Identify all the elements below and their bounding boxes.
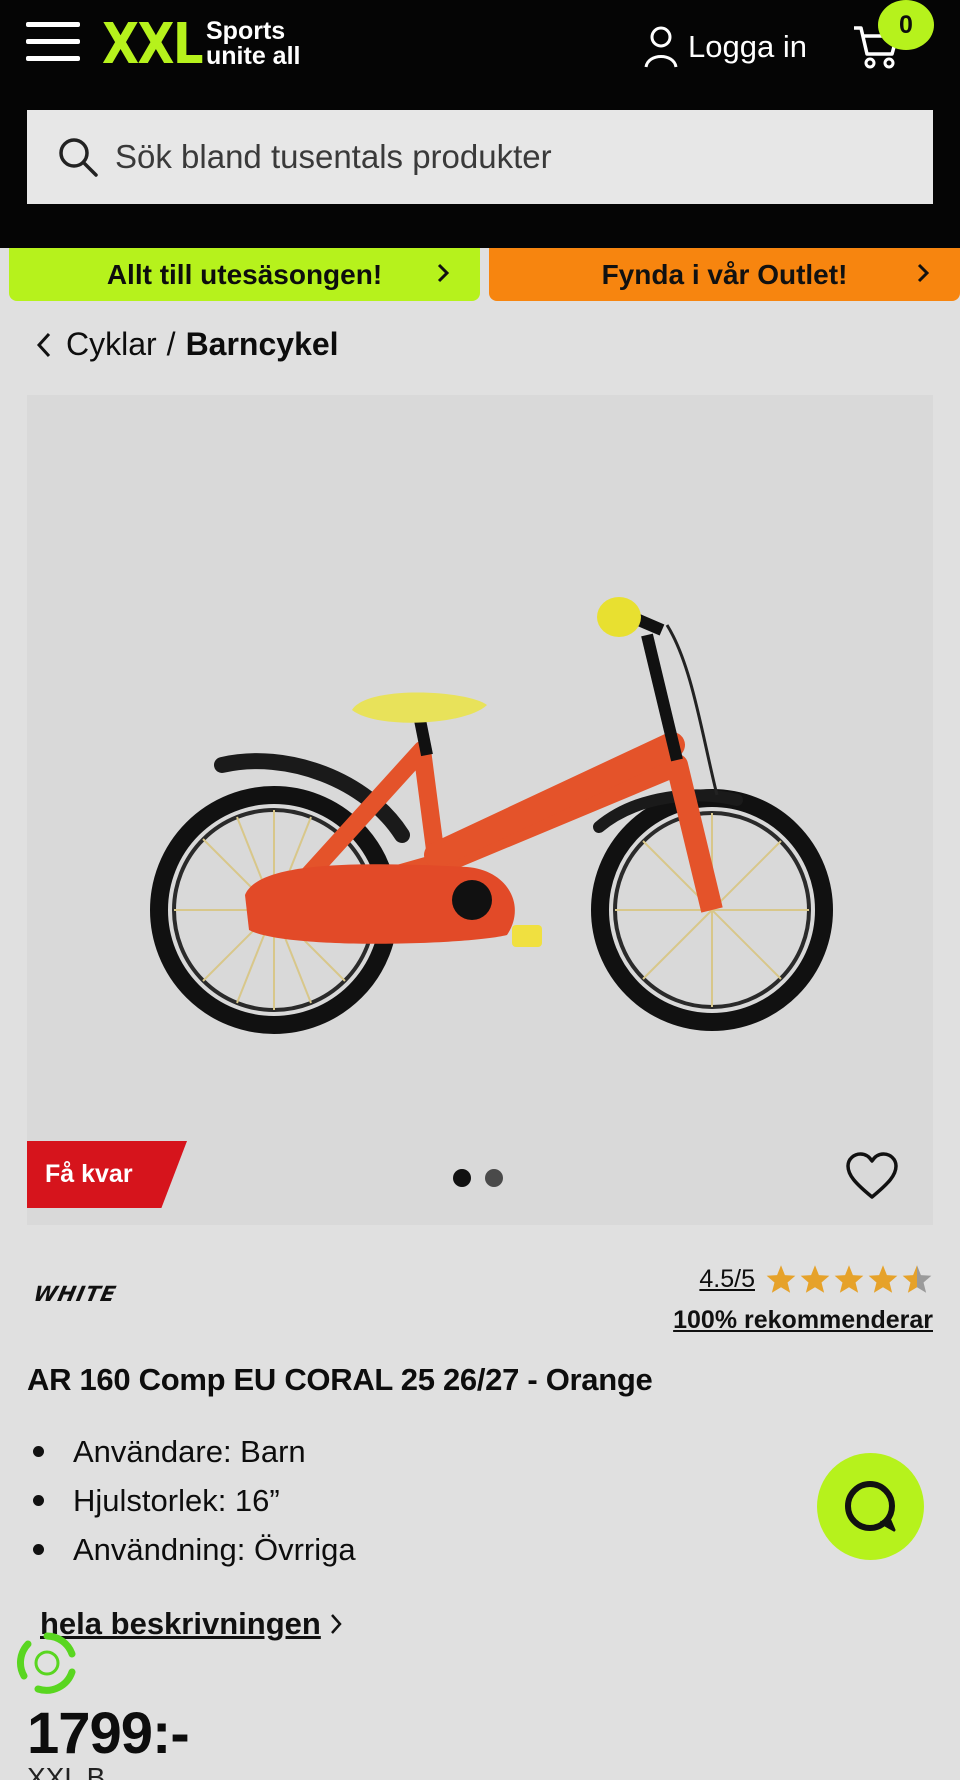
- star-icon: [800, 1265, 830, 1293]
- logo[interactable]: XXL Sports unite all: [102, 11, 300, 77]
- login-button[interactable]: Logga in: [644, 22, 807, 72]
- chevron-left-icon[interactable]: [36, 331, 52, 359]
- heart-icon[interactable]: [845, 1151, 899, 1201]
- user-icon: [644, 26, 678, 68]
- gallery-dot-1[interactable]: [453, 1169, 471, 1187]
- product-gallery[interactable]: Få kvar: [27, 395, 933, 1225]
- brand-logo[interactable]: WHITE: [31, 1282, 118, 1306]
- breadcrumb-parent[interactable]: Cyklar: [66, 326, 157, 363]
- star-icon: [834, 1265, 864, 1293]
- login-label: Logga in: [688, 29, 807, 64]
- full-description-link[interactable]: hela beskrivningen: [40, 1606, 343, 1642]
- logo-tagline: Sports unite all: [206, 19, 300, 69]
- breadcrumb-separator: /: [166, 326, 176, 362]
- star-half-icon: [902, 1265, 932, 1293]
- cart-count-badge: 0: [878, 0, 934, 50]
- menu-icon[interactable]: [26, 22, 80, 62]
- rating-stars: [765, 1264, 933, 1294]
- search-bar[interactable]: [27, 110, 933, 204]
- breadcrumb-current: Barncykel: [185, 326, 339, 362]
- logo-text: XXL: [102, 11, 204, 77]
- gallery-pagination: [453, 1169, 503, 1187]
- breadcrumb: Cyklar / Barncykel: [36, 326, 339, 363]
- rating-summary[interactable]: 4.5/5 100% rekommenderar: [673, 1264, 933, 1335]
- search-input[interactable]: [115, 138, 875, 176]
- price-subtext: XXL B: [27, 1762, 106, 1780]
- search-icon: [59, 138, 98, 177]
- product-image: [150, 597, 833, 1034]
- product-price: 1799:-: [27, 1701, 190, 1766]
- rating-value[interactable]: 4.5/5: [699, 1265, 755, 1294]
- logo-tagline-line-1: Sports: [206, 17, 286, 45]
- promo-banner-season-label: Allt till utesäsongen!: [106, 258, 383, 290]
- promo-banner-outlet[interactable]: Fynda i vår Outlet!: [489, 248, 960, 301]
- promo-banner-season[interactable]: Allt till utesäsongen!: [9, 248, 480, 301]
- promo-banner-outlet-label: Fynda i vår Outlet!: [601, 258, 848, 290]
- low-stock-badge-label: Få kvar: [45, 1160, 133, 1188]
- spec-item: Användning: Övrriga: [27, 1525, 356, 1574]
- spec-item: Användare: Barn: [27, 1427, 356, 1476]
- chevron-right-icon: [917, 263, 930, 283]
- product-specs: Användare: Barn Hjulstorlek: 16” Användn…: [27, 1427, 356, 1574]
- star-icon: [766, 1265, 796, 1293]
- chevron-right-icon: [330, 1614, 342, 1634]
- gallery-dot-2[interactable]: [485, 1169, 503, 1187]
- product-title: AR 160 Comp EU CORAL 25 26/27 - Orange: [27, 1362, 653, 1397]
- full-description-label: hela beskrivningen: [40, 1606, 321, 1641]
- low-stock-badge: Få kvar: [27, 1141, 187, 1208]
- chat-button[interactable]: [817, 1453, 924, 1560]
- recycle-icon[interactable]: [14, 1630, 80, 1696]
- star-icon: [868, 1265, 898, 1293]
- site-header: XXL Sports unite all Logga in 0: [0, 0, 960, 248]
- recommend-percentage[interactable]: 100% rekommenderar: [673, 1306, 933, 1335]
- chevron-right-icon: [437, 263, 450, 283]
- spec-item: Hjulstorlek: 16”: [27, 1476, 356, 1525]
- logo-tagline-line-2: unite all: [206, 42, 301, 70]
- chat-icon: [844, 1480, 895, 1531]
